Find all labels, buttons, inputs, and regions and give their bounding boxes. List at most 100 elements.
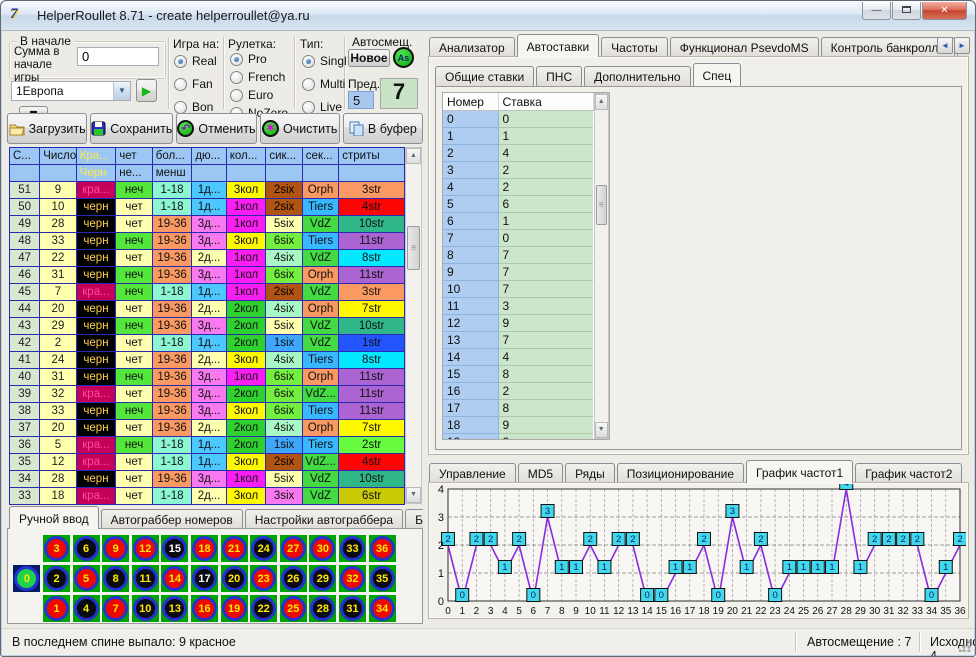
radio-icon[interactable]	[174, 78, 187, 91]
scroll-down-icon[interactable]: ▼	[595, 422, 609, 438]
close-button[interactable]: ✕	[922, 2, 967, 20]
number-button-13[interactable]: 13	[161, 595, 188, 622]
number-button-19[interactable]: 19	[221, 595, 248, 622]
radio-icon[interactable]	[230, 89, 243, 102]
table-row[interactable]: 189	[443, 416, 593, 433]
table-row[interactable]: 87	[443, 246, 593, 263]
number-button-1[interactable]: 1	[43, 595, 70, 622]
tab-график-частот1[interactable]: График частот1	[746, 460, 853, 483]
table-row[interactable]: 11	[443, 127, 593, 144]
tab-анализатор[interactable]: Анализатор	[429, 37, 515, 57]
preset-combobox[interactable]: 1Европа ▼	[11, 81, 131, 101]
radio-icon[interactable]	[302, 55, 315, 68]
radio-option-french[interactable]: French	[230, 70, 288, 84]
number-button-17[interactable]: 17	[191, 565, 218, 592]
scroll-up-icon[interactable]: ▲	[406, 148, 421, 164]
radio-option-singl[interactable]: Singl	[302, 54, 347, 68]
number-button-2[interactable]: 2	[43, 565, 70, 592]
new-autoshift-button[interactable]: Новое	[348, 49, 390, 67]
as-icon-button[interactable]: As	[393, 47, 414, 68]
number-button-35[interactable]: 35	[369, 565, 396, 592]
radio-option-bon[interactable]: Bon	[174, 100, 217, 114]
radio-option-euro[interactable]: Euro	[230, 88, 288, 102]
subtab-спец[interactable]: Спец	[693, 63, 742, 86]
chevron-down-icon[interactable]: ▼	[113, 82, 130, 100]
number-button-16[interactable]: 16	[191, 595, 218, 622]
number-button-25[interactable]: 25	[280, 595, 307, 622]
tab-настройки-автограббера[interactable]: Настройки автограббера	[245, 509, 403, 529]
tab-позиционирование[interactable]: Позиционирование	[617, 463, 744, 483]
table-row[interactable]: 3318кра...чет1-182д...3кол3sixVdZ6str	[10, 488, 405, 505]
number-button-24[interactable]: 24	[250, 535, 277, 562]
clear-button[interactable]: ✱ Очистить	[260, 113, 340, 144]
table-row[interactable]: 4420чернчет19-362д...2кол4sixOrph7str	[10, 301, 405, 318]
subtab-пнс[interactable]: ПНС	[536, 66, 582, 86]
table-row[interactable]: 70	[443, 229, 593, 246]
number-button-0[interactable]: 0	[13, 565, 40, 592]
number-button-7[interactable]: 7	[102, 595, 129, 622]
history-scrollbar[interactable]: ▲ ▼	[405, 147, 422, 504]
table-row[interactable]: 97	[443, 263, 593, 280]
table-row[interactable]: 5010чернчет1-181д...1кол2sixTiers4str	[10, 199, 405, 216]
table-row[interactable]: 61	[443, 212, 593, 229]
table-row[interactable]: 3720чернчет19-362д...2кол4sixOrph7str	[10, 420, 405, 437]
table-row[interactable]: 4928чернчет19-363д...1кол5sixVdZ10str	[10, 216, 405, 233]
scrollbar-thumb[interactable]	[407, 226, 420, 270]
table-row[interactable]: 3428чернчет19-363д...1кол5sixVdZ10str	[10, 471, 405, 488]
number-button-9[interactable]: 9	[102, 535, 129, 562]
table-row[interactable]: 137	[443, 331, 593, 348]
tab-автограббер-номеров[interactable]: Автограббер номеров	[101, 509, 243, 529]
bets-scrollbar[interactable]: ▲ ▼	[594, 93, 610, 439]
tab-частоты[interactable]: Частоты	[601, 37, 668, 57]
scroll-down-icon[interactable]: ▼	[406, 487, 421, 503]
table-row[interactable]: 32	[443, 161, 593, 178]
load-button[interactable]: Загрузить	[7, 113, 87, 144]
number-button-10[interactable]: 10	[132, 595, 159, 622]
table-row[interactable]: 129	[443, 314, 593, 331]
radio-option-live[interactable]: Live	[302, 100, 347, 114]
table-row[interactable]: 24	[443, 144, 593, 161]
table-row[interactable]: 162	[443, 382, 593, 399]
number-button-27[interactable]: 27	[280, 535, 307, 562]
tab-график-частот2[interactable]: График частот2	[855, 463, 962, 483]
number-button-23[interactable]: 23	[250, 565, 277, 592]
radio-icon[interactable]	[230, 71, 243, 84]
number-button-36[interactable]: 36	[369, 535, 396, 562]
number-button-4[interactable]: 4	[73, 595, 100, 622]
number-button-31[interactable]: 31	[339, 595, 366, 622]
tab-ряды[interactable]: Ряды	[565, 463, 615, 483]
play-button[interactable]: ▶	[136, 79, 157, 102]
subtab-общие-ставки[interactable]: Общие ставки	[435, 66, 534, 86]
number-button-8[interactable]: 8	[102, 565, 129, 592]
number-button-14[interactable]: 14	[161, 565, 188, 592]
number-button-32[interactable]: 32	[339, 565, 366, 592]
table-row[interactable]: 4124чернчет19-362д...3кол4sixTiers8str	[10, 352, 405, 369]
subtab-дополнительно[interactable]: Дополнительно	[584, 66, 690, 86]
number-button-26[interactable]: 26	[280, 565, 307, 592]
table-row[interactable]: 56	[443, 195, 593, 212]
tab-md5[interactable]: MD5	[518, 463, 563, 483]
table-row[interactable]: 144	[443, 348, 593, 365]
number-button-28[interactable]: 28	[309, 595, 336, 622]
table-row[interactable]: 3932кра...чет19-363д...2кол6sixVdZ...11s…	[10, 386, 405, 403]
number-button-30[interactable]: 30	[309, 535, 336, 562]
number-button-12[interactable]: 12	[132, 535, 159, 562]
resize-grip[interactable]	[959, 640, 971, 652]
table-row[interactable]: 4631черннеч19-363д...1кол6sixOrph11str	[10, 267, 405, 284]
undo-button[interactable]: ↶ Отменить	[176, 113, 256, 144]
table-row[interactable]: 4031черннеч19-363д...1кол6sixOrph11str	[10, 369, 405, 386]
title-bar[interactable]: 7 HelperRoullet 8.71 - create helperroul…	[1, 1, 975, 31]
table-row[interactable]: 00	[443, 110, 593, 127]
number-button-3[interactable]: 3	[43, 535, 70, 562]
table-row[interactable]: 422чернчет1-181д...2кол1sixVdZ1str	[10, 335, 405, 352]
table-row[interactable]: 519кра...неч1-181д...3кол2sixOrph3str	[10, 182, 405, 199]
radio-icon[interactable]	[302, 78, 315, 91]
number-button-20[interactable]: 20	[221, 565, 248, 592]
tab-автоставки[interactable]: Автоставки	[517, 34, 600, 57]
number-button-15[interactable]: 15	[161, 535, 188, 562]
number-button-6[interactable]: 6	[73, 535, 100, 562]
tab-управление[interactable]: Управление	[429, 463, 516, 483]
radio-icon[interactable]	[230, 53, 243, 66]
number-button-21[interactable]: 21	[221, 535, 248, 562]
scroll-up-icon[interactable]: ▲	[595, 94, 609, 110]
